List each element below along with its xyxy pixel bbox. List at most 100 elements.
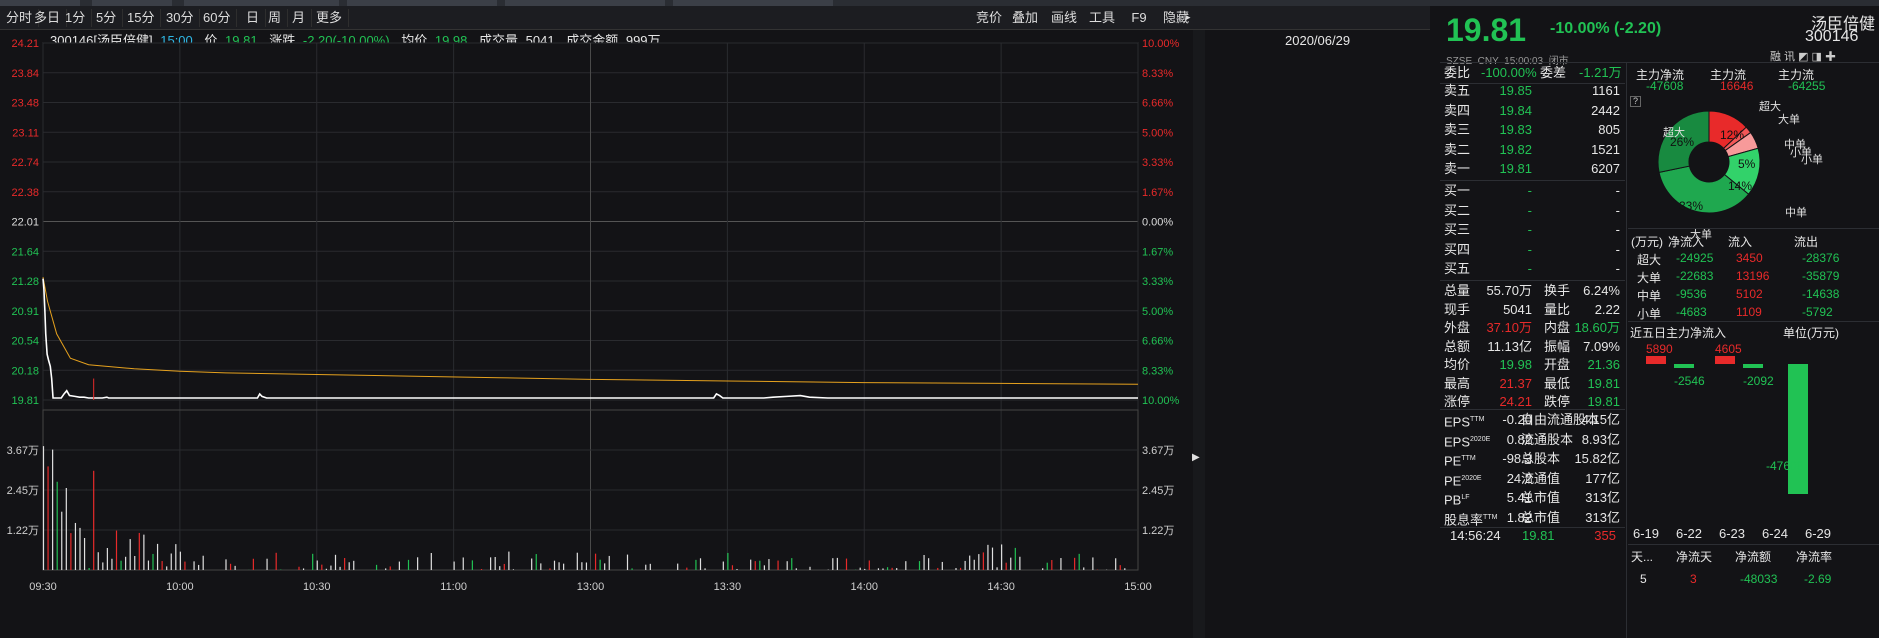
weibi-value: -100.00% bbox=[1481, 65, 1537, 80]
y-tick-left: 21.64 bbox=[11, 246, 39, 258]
flow-value: 16646 bbox=[1720, 79, 1754, 93]
summary-value: -2.69 bbox=[1804, 572, 1832, 586]
flow-value: -64255 bbox=[1788, 79, 1826, 93]
five-day-bar bbox=[1743, 364, 1763, 368]
stat-label: 量比 bbox=[1544, 301, 1571, 317]
tick-vol: 355 bbox=[1594, 528, 1616, 543]
fin-label-main: 股息率 bbox=[1444, 511, 1484, 527]
tool-button-2[interactable]: 画线 bbox=[1047, 9, 1081, 27]
pie-percent: 33% bbox=[1679, 199, 1703, 213]
x-tick: 15:00 bbox=[1124, 581, 1152, 593]
fin-row: PBLF 5.41 总市值 313亿 bbox=[1444, 488, 1624, 508]
asks-row: 卖一 19.81 6207 bbox=[1444, 159, 1624, 179]
stat-label: 均价 bbox=[1444, 357, 1471, 372]
five-day-bar bbox=[1646, 356, 1666, 364]
asks-price: 19.82 bbox=[1499, 141, 1532, 157]
asks-price: 19.81 bbox=[1499, 161, 1532, 176]
y-tick-right: 10.00% bbox=[1142, 395, 1180, 407]
pie-percent: 5% bbox=[1738, 157, 1756, 171]
pie-label: 大单 bbox=[1778, 112, 1800, 126]
y-tick-right: 6.66% bbox=[1142, 336, 1173, 348]
fin-label2: 总股本 bbox=[1521, 451, 1561, 466]
collapse-arrow-icon[interactable]: ▶ bbox=[1192, 452, 1200, 463]
period-button-6[interactable]: 60分 bbox=[197, 9, 238, 27]
period-button-5[interactable]: 30分 bbox=[160, 9, 201, 27]
stat-label: 最高 bbox=[1444, 375, 1471, 391]
divider bbox=[1628, 321, 1879, 322]
period-toolbar: 分时 多日 1分 5分 15分 30分 60分日周月更多 竞价 叠加 画线 工具 F9 隐藏 ▸ bbox=[0, 6, 1430, 30]
flowtable-cell: -28376 bbox=[1802, 251, 1840, 265]
tick-time: 14:56:24 bbox=[1450, 528, 1501, 543]
bids-label: 买三 bbox=[1444, 222, 1471, 237]
fin-label2: 总市值 bbox=[1521, 490, 1561, 505]
five-day-bar bbox=[1788, 364, 1808, 494]
stat-label: 振幅 bbox=[1544, 338, 1571, 354]
intraday-chart[interactable]: 24.21 10.00% 23.84 8.33% 23.48 6.66% 23.11 5.00… bbox=[0, 30, 1195, 638]
tool-button-3[interactable]: 工具 bbox=[1085, 9, 1119, 27]
five-day-bar bbox=[1674, 364, 1694, 368]
period-button-4[interactable]: 15分 bbox=[121, 9, 162, 27]
y-tick-left: 23.48 bbox=[11, 98, 39, 110]
fin-row: 股息率TTM 1.82 总市值 313亿 bbox=[1444, 508, 1624, 528]
fin-label-main: PE bbox=[1444, 453, 1462, 469]
stat-row: 总额 11.13亿 振幅 7.09% bbox=[1444, 337, 1624, 357]
asks-label: 卖三 bbox=[1444, 122, 1471, 137]
fin-value2: 15.82亿 bbox=[1574, 451, 1620, 466]
fin-label-sup: TTM bbox=[1470, 416, 1485, 423]
period-button-8[interactable]: 周 bbox=[262, 9, 289, 27]
x-tick: 10:30 bbox=[303, 581, 331, 593]
flowtable-header: 流入 bbox=[1728, 235, 1753, 249]
period-button-9[interactable]: 月 bbox=[286, 9, 313, 27]
stat-value: 18.60万 bbox=[1574, 320, 1620, 335]
stat-label: 开盘 bbox=[1544, 357, 1571, 372]
five-day-label: -2546 bbox=[1674, 374, 1705, 388]
period-button-2[interactable]: 1分 bbox=[59, 9, 93, 27]
tool-button-0[interactable]: 竞价 bbox=[972, 9, 1006, 27]
fin-label-sup: LF bbox=[1461, 494, 1470, 501]
stat-label: 内盘 bbox=[1544, 320, 1571, 335]
stat-value: 19.98 bbox=[1499, 357, 1532, 372]
x-tick: 14:00 bbox=[850, 581, 878, 593]
bids-volume: - bbox=[1615, 261, 1620, 276]
expand-arrow-icon[interactable]: ▸ bbox=[1186, 12, 1191, 23]
period-button-3[interactable]: 5分 bbox=[90, 9, 124, 27]
divider-vertical bbox=[1626, 62, 1627, 638]
y-tick-right: 6.66% bbox=[1142, 98, 1173, 110]
tool-button-1[interactable]: 叠加 bbox=[1008, 9, 1042, 27]
y-tick-left: 20.18 bbox=[11, 365, 39, 377]
tool-button-4[interactable]: F9 bbox=[1124, 9, 1154, 27]
pie-percent: 14% bbox=[1728, 179, 1752, 193]
stat-label: 最低 bbox=[1544, 375, 1571, 391]
x-tick: 10:00 bbox=[166, 581, 194, 593]
y-tick-right: 1.67% bbox=[1142, 187, 1173, 199]
asks-price: 19.85 bbox=[1499, 83, 1532, 98]
divider bbox=[1628, 228, 1879, 229]
flowtable-cell: 小单 bbox=[1637, 307, 1662, 321]
summary-header: 净流率 bbox=[1796, 550, 1833, 564]
stat-value: 55.70万 bbox=[1486, 283, 1532, 298]
flowtable-cell: 13196 bbox=[1736, 269, 1770, 283]
stock-code: 300146 bbox=[1805, 28, 1859, 45]
flowtable-cell: -22683 bbox=[1676, 269, 1714, 283]
fin-label2: 总市值 bbox=[1521, 509, 1561, 525]
period-button-10[interactable]: 更多 bbox=[310, 9, 350, 27]
flowtable-cell: 1109 bbox=[1736, 305, 1762, 319]
panel-collapse-strip bbox=[1193, 30, 1205, 638]
x-tick: 09:30 bbox=[29, 581, 57, 593]
y-tick-left: 23.11 bbox=[12, 127, 39, 139]
five-day-label: 4605 bbox=[1715, 342, 1742, 356]
asks-price: 19.84 bbox=[1499, 102, 1532, 118]
asks-row: 卖三 19.83 805 bbox=[1444, 120, 1624, 140]
flowtable-cell: -35879 bbox=[1802, 269, 1840, 283]
pie-label: 小单 bbox=[1801, 153, 1823, 166]
flowtable-cell: -9536 bbox=[1676, 287, 1707, 301]
y-tick-left: 19.81 bbox=[11, 395, 39, 407]
bids-label: 买一 bbox=[1444, 183, 1471, 198]
y-tick-left: 24.21 bbox=[11, 38, 39, 50]
fund-flow-pie: 超大大单中单小单超大中单小单大单12%5%14%33%26% bbox=[1657, 99, 1823, 241]
y-tick-left: 20.91 bbox=[11, 306, 39, 318]
vol-tick-left: 2.45万 bbox=[7, 485, 39, 497]
vol-tick-left: 3.67万 bbox=[7, 445, 39, 457]
flowtable-cell: -24925 bbox=[1676, 251, 1714, 265]
stat-row: 均价 19.98 开盘 21.36 bbox=[1444, 355, 1624, 375]
